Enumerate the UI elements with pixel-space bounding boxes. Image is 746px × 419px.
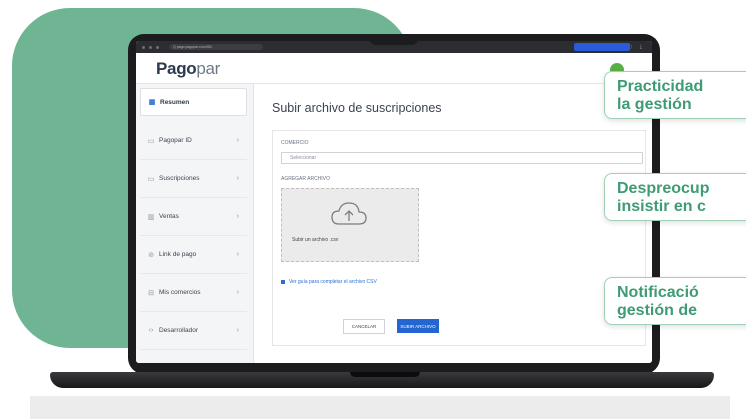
sidebar-item-label: Mis comercios bbox=[159, 289, 201, 296]
callout-line: insistir en c bbox=[617, 198, 706, 215]
upload-form: COMERCIO Seleccionar AGREGAR ARCHIVO Sub… bbox=[272, 130, 646, 346]
cancel-button[interactable]: CANCELAR bbox=[343, 319, 385, 334]
logo-text-part1: Pago bbox=[156, 59, 197, 78]
callout-line: Notificació bbox=[617, 284, 699, 301]
download-icon[interactable]: ⤓ bbox=[640, 44, 642, 50]
feature-callout-notificaciones: Notificació gestión de bbox=[604, 277, 746, 325]
store-icon: ⊟ bbox=[148, 289, 154, 297]
sidebar-item-label: Suscripciones bbox=[159, 175, 200, 182]
sidebar-item-label: Link de pago bbox=[159, 251, 197, 258]
sidebar-item-pagopar-id[interactable]: ▭ Pagopar ID › bbox=[140, 122, 247, 160]
chevron-right-icon: › bbox=[236, 251, 239, 258]
chevron-right-icon: › bbox=[236, 289, 239, 296]
callout-line: Despreocup bbox=[617, 180, 710, 197]
sidebar-item-ventas[interactable]: ▥ Ventas › bbox=[140, 198, 247, 236]
laptop-hinge bbox=[350, 372, 420, 377]
main-content: Subir archivo de suscripciones COMERCIO … bbox=[254, 84, 652, 363]
feature-callout-practicidad: Practicidad la gestión bbox=[604, 71, 746, 119]
calendar-icon: ▭ bbox=[147, 175, 155, 183]
window-dot[interactable] bbox=[156, 45, 159, 49]
file-dropzone[interactable]: Subir un archivo .csv bbox=[281, 188, 419, 262]
chevron-right-icon: › bbox=[236, 213, 239, 220]
callout-line: la gestión bbox=[617, 96, 692, 113]
agregar-archivo-label: AGREGAR ARCHIVO bbox=[281, 176, 330, 182]
callout-line: gestión de bbox=[617, 302, 698, 319]
camera-notch bbox=[370, 34, 418, 45]
window-dot[interactable] bbox=[142, 45, 145, 49]
sidebar-item-suscripciones[interactable]: ▭ Suscripciones › bbox=[140, 160, 247, 198]
logo-text-part2: par bbox=[196, 59, 221, 78]
sidebar-item-mis-comercios[interactable]: ⊟ Mis comercios › bbox=[140, 274, 247, 312]
app-header: Pagopar bbox=[136, 53, 652, 84]
sidebar-item-label: Resumen bbox=[160, 98, 190, 106]
csv-guide-text: Ver guía para completar el archivo CSV bbox=[289, 279, 377, 285]
pagopar-logo[interactable]: Pagopar bbox=[156, 59, 220, 79]
comercio-label: COMERCIO bbox=[281, 140, 309, 146]
document-icon bbox=[281, 280, 285, 284]
window-dot[interactable] bbox=[149, 45, 152, 49]
window-controls bbox=[136, 45, 159, 49]
feature-callout-despreocupate: Despreocup insistir en c bbox=[604, 173, 746, 221]
chevron-right-icon: › bbox=[236, 137, 239, 144]
sidebar-item-label: Pagopar ID bbox=[159, 137, 192, 144]
chevron-right-icon: › bbox=[236, 175, 239, 182]
sidebar: ▦ Resumen ▭ Pagopar ID › ▭ Suscripciones… bbox=[136, 84, 254, 363]
floor-shadow bbox=[30, 396, 730, 419]
sidebar-item-link-de-pago[interactable]: ⊘ Link de pago › bbox=[140, 236, 247, 274]
comercio-select[interactable]: Seleccionar bbox=[281, 152, 643, 164]
submit-file-button[interactable]: SUBIR ARCHIVO bbox=[397, 319, 439, 333]
grid-icon: ▦ bbox=[148, 99, 156, 106]
address-bar[interactable]: Q pago.pagopar.com/ID/r bbox=[169, 44, 263, 50]
csv-guide-link[interactable]: Ver guía para completar el archivo CSV bbox=[281, 279, 377, 285]
laptop-screen: Q pago.pagopar.com/ID/r ☆ ▢ ⤓ Pagopar ▦ … bbox=[136, 41, 652, 363]
cloud-upload-icon bbox=[331, 202, 367, 225]
upload-hint: Subir un archivo .csv bbox=[292, 237, 339, 243]
bar-chart-icon: ▥ bbox=[147, 213, 155, 221]
profile-tab[interactable] bbox=[574, 43, 630, 51]
chevron-right-icon: › bbox=[236, 327, 239, 334]
comercio-select-value: Seleccionar bbox=[290, 155, 317, 161]
sidebar-item-resumen[interactable]: ▦ Resumen bbox=[140, 88, 247, 116]
link-icon: ⊘ bbox=[148, 251, 154, 259]
id-card-icon: ▭ bbox=[147, 137, 155, 145]
sidebar-item-label: Desarrollador bbox=[159, 327, 199, 334]
code-icon: ‹› bbox=[148, 327, 154, 334]
sidebar-item-label: Ventas bbox=[159, 213, 179, 220]
callout-line: Practicidad bbox=[617, 78, 704, 95]
page-title: Subir archivo de suscripciones bbox=[272, 101, 442, 115]
sidebar-item-desarrollador[interactable]: ‹› Desarrollador › bbox=[140, 312, 247, 350]
